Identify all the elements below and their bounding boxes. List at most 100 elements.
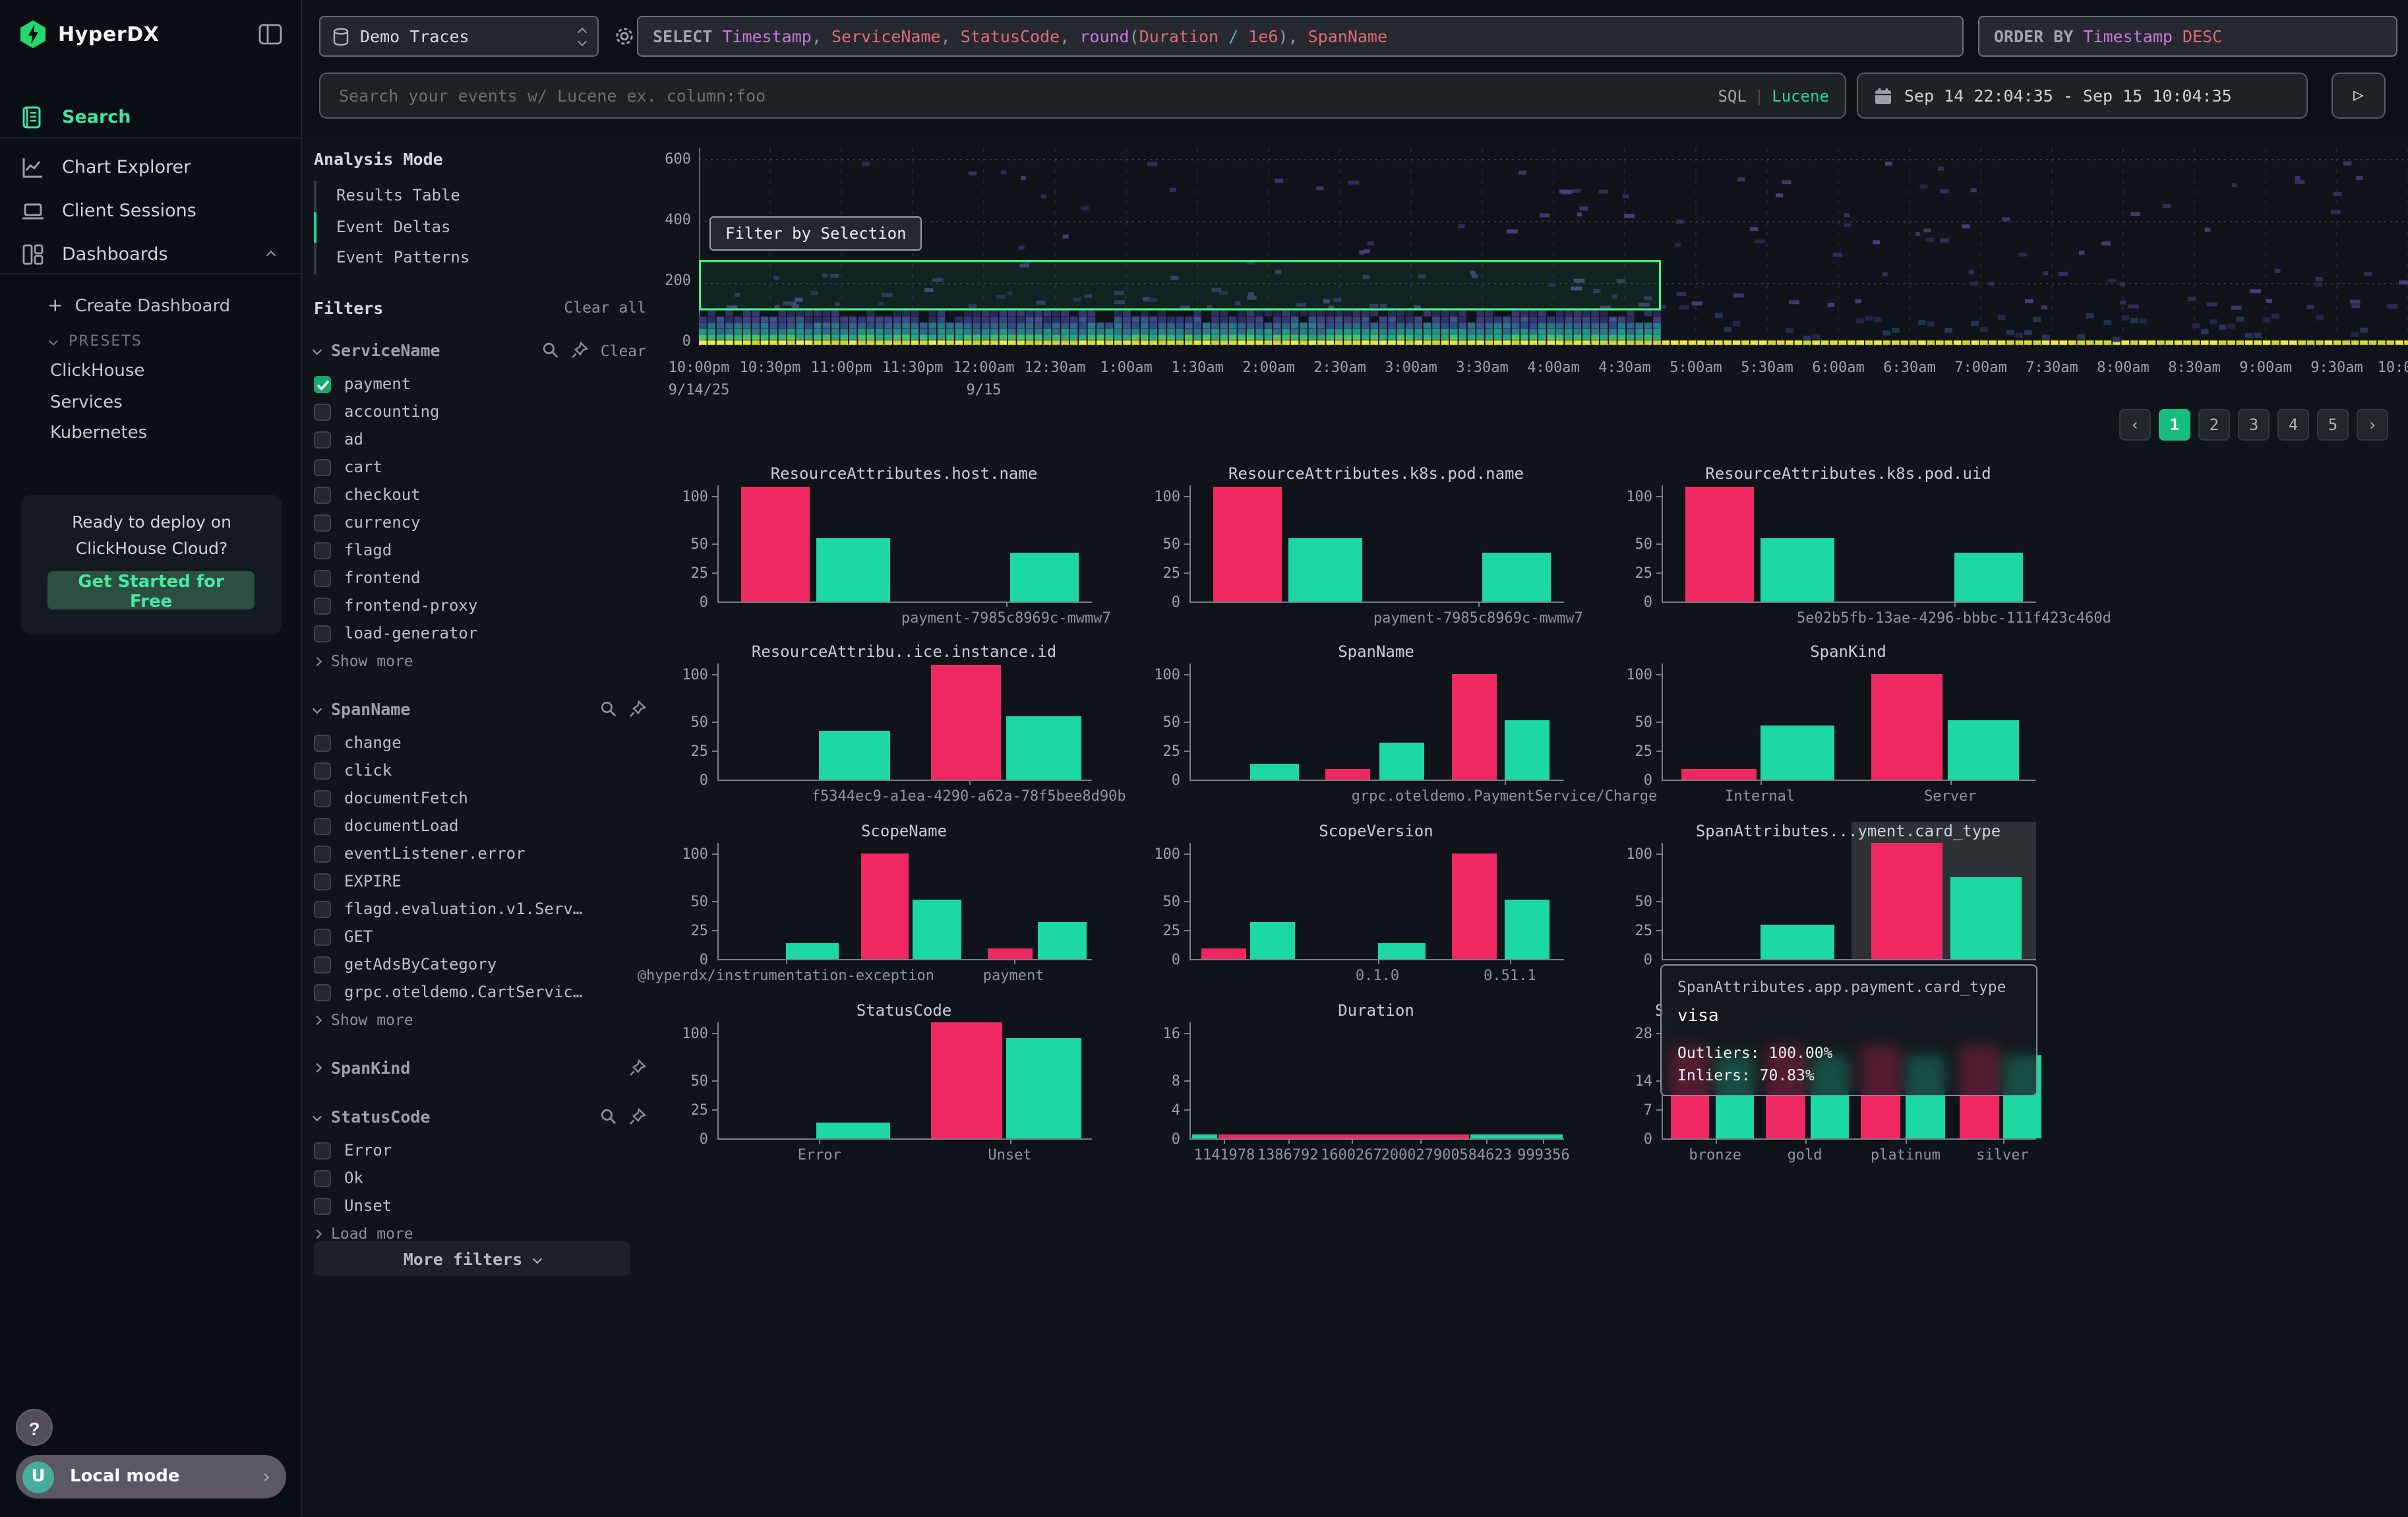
filter-item[interactable]: cart: [314, 453, 646, 481]
filter-section-header-statuscode[interactable]: StatusCode: [314, 1102, 646, 1131]
events-heatmap[interactable]: [699, 148, 2408, 346]
search-input[interactable]: [336, 84, 1718, 107]
show-more-button[interactable]: Show more: [314, 647, 646, 675]
search-icon[interactable]: [600, 1108, 617, 1125]
filter-item[interactable]: flagd.evaluation.v1.Serv…: [314, 895, 646, 923]
page-button-3[interactable]: 3: [2238, 409, 2270, 441]
preset-item-clickhouse[interactable]: ClickHouse: [50, 361, 144, 381]
help-button[interactable]: ?: [16, 1409, 53, 1446]
sidebar-collapse-icon[interactable]: [258, 24, 282, 45]
filter-item[interactable]: documentLoad: [314, 812, 646, 840]
chart-plot[interactable]: 0.1.00.51.1: [1189, 843, 1564, 960]
more-filters-button[interactable]: More filters: [314, 1241, 630, 1276]
page-button-5[interactable]: 5: [2317, 409, 2349, 441]
sql-select-input[interactable]: SELECT Timestamp, ServiceName, StatusCod…: [637, 16, 1964, 57]
page-next-button[interactable]: ›: [2357, 409, 2388, 441]
checkbox[interactable]: [314, 542, 331, 559]
filter-item[interactable]: payment: [314, 370, 646, 398]
checkbox[interactable]: [314, 789, 331, 807]
filter-item[interactable]: frontend-proxy: [314, 592, 646, 619]
filter-item[interactable]: flagd: [314, 536, 646, 564]
chart-plot[interactable]: payment-7985c8969c-mwmw7: [717, 485, 1092, 603]
chart-plot[interactable]: [1662, 843, 2036, 960]
user-menu[interactable]: U Local mode ›: [16, 1455, 286, 1499]
sidebar-item-client-sessions[interactable]: Client Sessions: [0, 194, 301, 228]
heatmap-selection[interactable]: [700, 261, 1660, 309]
checkbox[interactable]: [314, 1197, 331, 1214]
presets-toggle[interactable]: PRESETS: [50, 332, 142, 350]
chart-plot[interactable]: 5e02b5fb-13ae-4296-bbbc-111f423c460d: [1662, 485, 2036, 603]
filter-item[interactable]: EXPIRE: [314, 867, 646, 895]
get-started-button[interactable]: Get Started for Free: [47, 571, 255, 609]
run-query-button[interactable]: ▷: [2332, 73, 2386, 119]
checkbox[interactable]: [314, 514, 331, 531]
checkbox[interactable]: [314, 431, 331, 448]
checkbox[interactable]: [314, 873, 331, 890]
chart-plot[interactable]: f5344ec9-a1ea-4290-a62a-78f5bee8d90b: [717, 664, 1092, 781]
chart-plot[interactable]: InternalServer: [1662, 664, 2036, 781]
search-icon[interactable]: [600, 700, 617, 718]
checkbox[interactable]: [314, 956, 331, 973]
page-prev-button[interactable]: ‹: [2119, 409, 2151, 441]
filter-by-selection-button[interactable]: Filter by Selection: [709, 216, 922, 251]
checkbox[interactable]: [314, 458, 331, 476]
filter-item[interactable]: getAdsByCategory: [314, 950, 646, 978]
checkbox[interactable]: [314, 1169, 331, 1187]
chart-plot[interactable]: 1141978138679216002672000279005846239993…: [1189, 1022, 1564, 1140]
gear-icon[interactable]: [613, 25, 636, 47]
sidebar-item-chart-explorer[interactable]: Chart Explorer: [0, 150, 301, 185]
pin-icon[interactable]: [629, 1108, 646, 1125]
checkbox[interactable]: [314, 845, 331, 862]
checkbox[interactable]: [314, 569, 331, 586]
page-button-2[interactable]: 2: [2198, 409, 2230, 441]
sidebar-item-dashboards[interactable]: Dashboards: [0, 237, 301, 272]
checkbox[interactable]: [314, 625, 331, 642]
filter-item[interactable]: Unset: [314, 1192, 646, 1220]
clear-filter-button[interactable]: Clear: [601, 341, 646, 359]
checkbox[interactable]: [314, 928, 331, 945]
filter-item[interactable]: accounting: [314, 398, 646, 425]
analysis-mode-results-table[interactable]: Results Table: [314, 181, 646, 212]
filter-item[interactable]: GET: [314, 923, 646, 950]
checkbox[interactable]: [314, 817, 331, 834]
filter-item[interactable]: load-generator: [314, 619, 646, 647]
checkbox[interactable]: [314, 403, 331, 420]
analysis-mode-event-deltas[interactable]: Event Deltas: [314, 212, 646, 243]
checkbox[interactable]: [314, 1142, 331, 1159]
chart-plot[interactable]: payment-7985c8969c-mwmw7: [1189, 485, 1564, 603]
filter-section-header-servicename[interactable]: ServiceNameClear: [314, 336, 646, 365]
clear-all-button[interactable]: Clear all: [564, 298, 646, 317]
checkbox[interactable]: [314, 900, 331, 917]
source-select[interactable]: Demo Traces: [319, 16, 599, 57]
pin-icon[interactable]: [572, 342, 589, 359]
pin-icon[interactable]: [629, 1059, 646, 1076]
filter-item[interactable]: frontend: [314, 564, 646, 592]
filter-item[interactable]: Error: [314, 1136, 646, 1164]
checkbox[interactable]: [314, 762, 331, 779]
filter-item[interactable]: grpc.oteldemo.CartServic…: [314, 978, 646, 1006]
sidebar-item-search[interactable]: Search: [0, 100, 301, 135]
chart-plot[interactable]: @hyperdx/instrumentation-exceptionpaymen…: [717, 843, 1092, 960]
show-more-button[interactable]: Show more: [314, 1006, 646, 1034]
filter-item[interactable]: currency: [314, 509, 646, 536]
pin-icon[interactable]: [629, 700, 646, 718]
page-button-4[interactable]: 4: [2277, 409, 2309, 441]
checkbox[interactable]: [314, 486, 331, 503]
preset-item-kubernetes[interactable]: Kubernetes: [50, 423, 147, 443]
analysis-mode-event-patterns[interactable]: Event Patterns: [314, 243, 646, 274]
create-dashboard-button[interactable]: + Create Dashboard: [47, 295, 230, 317]
order-by-input[interactable]: ORDER BY Timestamp DESC: [1978, 16, 2397, 57]
filter-item[interactable]: click: [314, 757, 646, 784]
preset-item-services[interactable]: Services: [50, 393, 123, 413]
lang-lucene[interactable]: Lucene: [1772, 86, 1829, 105]
checkbox[interactable]: [314, 734, 331, 751]
lang-sql[interactable]: SQL: [1718, 86, 1746, 105]
filter-item[interactable]: checkout: [314, 481, 646, 509]
filter-section-header-spankind[interactable]: SpanKind: [314, 1053, 646, 1082]
filter-item[interactable]: Ok: [314, 1164, 646, 1192]
checkbox[interactable]: [314, 597, 331, 614]
checkbox[interactable]: [314, 375, 331, 392]
filter-section-header-spanname[interactable]: SpanName: [314, 695, 646, 724]
chart-plot[interactable]: grpc.oteldemo.PaymentService/Charge: [1189, 664, 1564, 781]
page-button-1[interactable]: 1: [2159, 409, 2190, 441]
